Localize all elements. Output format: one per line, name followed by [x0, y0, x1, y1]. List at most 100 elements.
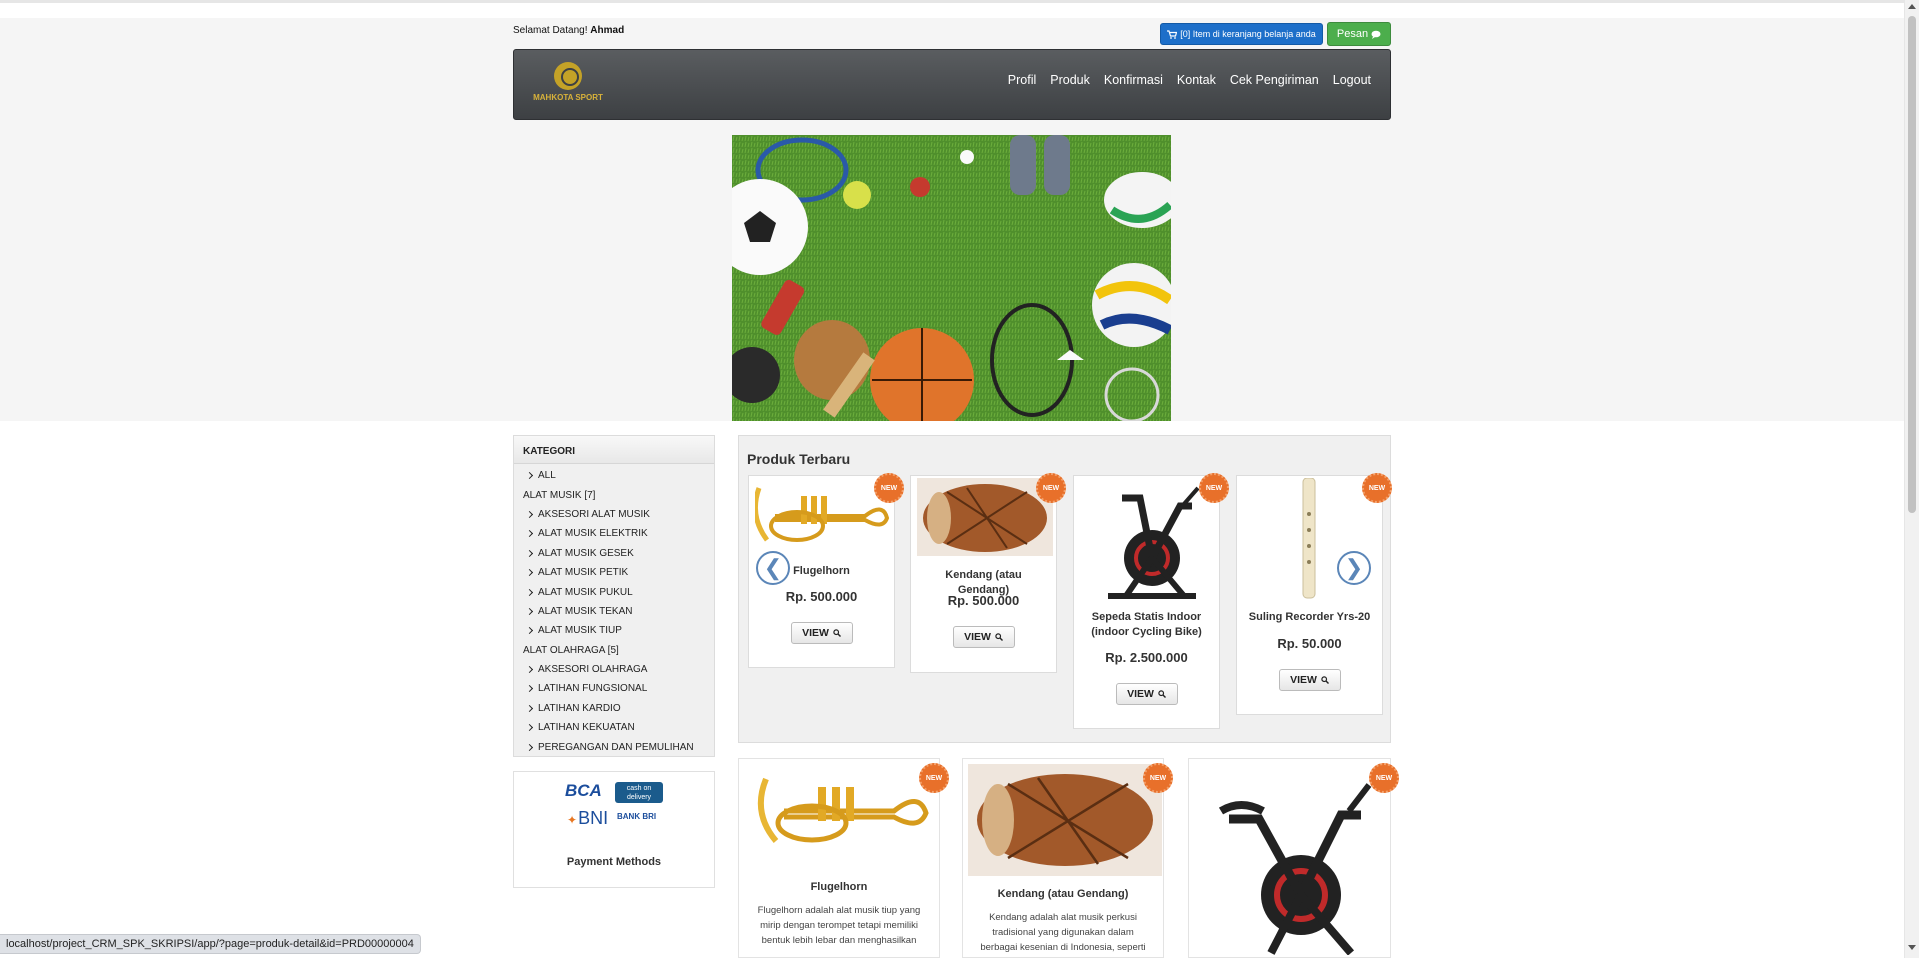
view-label: VIEW [802, 627, 829, 639]
chevron-left-icon: ❮ [763, 555, 783, 580]
chevron-right-icon: ❯ [1344, 555, 1364, 580]
new-badge: NEW [1036, 473, 1066, 503]
category-item[interactable]: LATIHAN FUNGSIONAL [514, 679, 714, 698]
category-item[interactable]: ALAT MUSIK PUKUL [514, 582, 714, 601]
category-title: KATEGORI [514, 436, 714, 464]
cart-label: [0] Item di keranjang belanja anda [1180, 29, 1316, 39]
category-list: ALL ALAT MUSIK [7] AKSESORI ALAT MUSIK ALAT… [514, 464, 714, 757]
product-image [1201, 765, 1381, 956]
view-button[interactable]: VIEW [1115, 683, 1178, 705]
new-badge: NEW [1199, 473, 1229, 503]
category-item[interactable]: AKSESORI OLAHRAGA [514, 660, 714, 679]
category-label: AKSESORI OLAHRAGA [538, 664, 648, 676]
main-navbar: MAHKOTA SPORT Profil Produk Konfirmasi K… [513, 49, 1391, 120]
chevron-right-icon [525, 704, 534, 712]
chevron-right-icon [525, 569, 534, 577]
view-label: VIEW [1290, 674, 1317, 686]
category-label: LATIHAN FUNGSIONAL [538, 683, 648, 695]
product-description: Kendang adalah alat musik perkusi tradis… [980, 912, 1146, 953]
carousel-next-button[interactable]: ❯ [1337, 551, 1371, 585]
product-card[interactable]: NEW Kendang (atau Gendang) Rp. 500.000 V… [910, 473, 1066, 673]
scroll-up-arrow-icon[interactable] [1908, 4, 1916, 9]
cart-icon [1167, 29, 1178, 39]
product-image [1080, 478, 1216, 602]
bri-logo: BANK BRI [617, 812, 657, 821]
product-grid-card[interactable]: NEW Kendang (atau Gendang) Kendang adala… [962, 758, 1173, 958]
search-icon [1321, 676, 1329, 684]
product-name: Sepeda Statis Indoor (indoor Cycling Bik… [1091, 611, 1202, 638]
category-label: LATIHAN KARDIO [538, 702, 621, 714]
message-label: Pesan [1336, 28, 1369, 40]
category-group[interactable]: ALAT OLAHRAGA [5] [514, 641, 714, 660]
payment-methods-panel: BCA cash on delivery BNI BANK BRI Paymen… [513, 771, 715, 888]
product-price: Rp. 500.000 [947, 593, 1020, 608]
category-group[interactable]: ALAT MUSIK [7] [514, 485, 714, 504]
nav-item-produk[interactable]: Produk [1043, 67, 1097, 93]
product-image [917, 478, 1053, 556]
category-label: ALAT MUSIK [7] [523, 489, 596, 501]
product-card[interactable]: NEW Sepeda Statis Indoor (indoor Cycling… [1073, 473, 1229, 729]
product-name: Flugelhorn [810, 881, 868, 893]
new-badge: NEW [1369, 763, 1399, 793]
cart-button[interactable]: [0] Item di keranjang belanja anda [1160, 23, 1323, 45]
nav-item-profil[interactable]: Profil [1001, 67, 1043, 93]
nav-menu: Profil Produk Konfirmasi Kontak Cek Peng… [1001, 67, 1378, 93]
category-item[interactable]: LATIHAN KEKUATAN [514, 718, 714, 737]
category-item[interactable]: PEREGANGAN DAN PEMULIHAN [514, 737, 714, 756]
product-price: Rp. 2.500.000 [1105, 650, 1188, 665]
search-icon [1158, 690, 1166, 698]
chevron-right-icon [525, 607, 534, 615]
category-item[interactable]: LATIHAN KARDIO [514, 699, 714, 718]
category-label: ALAT MUSIK PETIK [538, 567, 629, 579]
product-grid-card[interactable]: NEW Flugelhorn Flugelhorn adalah alat mu… [738, 758, 949, 958]
scroll-down-arrow-icon[interactable] [1908, 945, 1916, 950]
category-item[interactable]: ALAT MUSIK ELEKTRIK [514, 524, 714, 543]
welcome-text: Selamat Datang! Ahmad [513, 25, 624, 36]
cod-logo: cash on delivery [615, 782, 663, 803]
category-item[interactable]: ALAT MUSIK GESEK [514, 544, 714, 563]
product-card[interactable]: NEW Suling Recorder Yrs-20 Rp. 50.000 VI… [1236, 473, 1392, 715]
user-name: Ahmad [590, 25, 625, 36]
category-label: ALL [538, 470, 556, 482]
category-label: ALAT MUSIK TEKAN [538, 605, 633, 617]
newest-products-panel: Produk Terbaru NEW Flugelhorn Rp. 500.00… [738, 435, 1392, 743]
message-button[interactable]: Pesan [1327, 22, 1391, 46]
bni-logo: BNI [567, 808, 608, 829]
crown-logo-icon [554, 62, 582, 90]
category-panel: KATEGORI ALL ALAT MUSIK [7] AKSESORI ALAT … [513, 435, 715, 757]
category-label: ALAT MUSIK PUKUL [538, 586, 633, 598]
view-button[interactable]: VIEW [1278, 669, 1341, 691]
new-badge: NEW [1362, 473, 1392, 503]
product-price: Rp. 50.000 [1277, 636, 1342, 651]
browser-top-line [0, 0, 1904, 3]
nav-item-cek-pengiriman[interactable]: Cek Pengiriman [1223, 67, 1326, 93]
scrollbar-thumb[interactable] [1908, 16, 1916, 513]
carousel-prev-button[interactable]: ❮ [756, 551, 790, 585]
product-name: Suling Recorder Yrs-20 [1248, 611, 1371, 623]
new-badge: NEW [874, 473, 904, 503]
category-item[interactable]: ALAT MUSIK TIUP [514, 621, 714, 640]
category-item[interactable]: AKSESORI ALAT MUSIK [514, 505, 714, 524]
search-icon [995, 633, 1003, 641]
nav-item-konfirmasi[interactable]: Konfirmasi [1097, 67, 1170, 93]
chevron-right-icon [525, 549, 534, 557]
view-button[interactable]: VIEW [952, 626, 1015, 648]
chevron-right-icon [525, 588, 534, 596]
chevron-right-icon [525, 666, 534, 674]
chevron-right-icon [525, 530, 534, 538]
chevron-right-icon [525, 685, 534, 693]
category-item[interactable]: ALAT MUSIK PETIK [514, 563, 714, 582]
chevron-right-icon [525, 472, 534, 480]
category-label: ALAT MUSIK TIUP [538, 625, 622, 637]
site-logo[interactable]: MAHKOTA SPORT [533, 62, 603, 106]
view-button[interactable]: VIEW [790, 622, 853, 644]
nav-item-kontak[interactable]: Kontak [1170, 67, 1223, 93]
new-badge: NEW [1143, 763, 1173, 793]
category-item[interactable]: ALAT MUSIK TEKAN [514, 602, 714, 621]
nav-item-logout[interactable]: Logout [1326, 67, 1378, 93]
category-item[interactable]: ALL [514, 466, 714, 485]
payment-methods-title: Payment Methods [566, 856, 662, 868]
new-badge: NEW [919, 763, 949, 793]
product-grid-card[interactable]: NEW [1188, 758, 1399, 958]
page-scrollbar[interactable] [1904, 0, 1919, 958]
